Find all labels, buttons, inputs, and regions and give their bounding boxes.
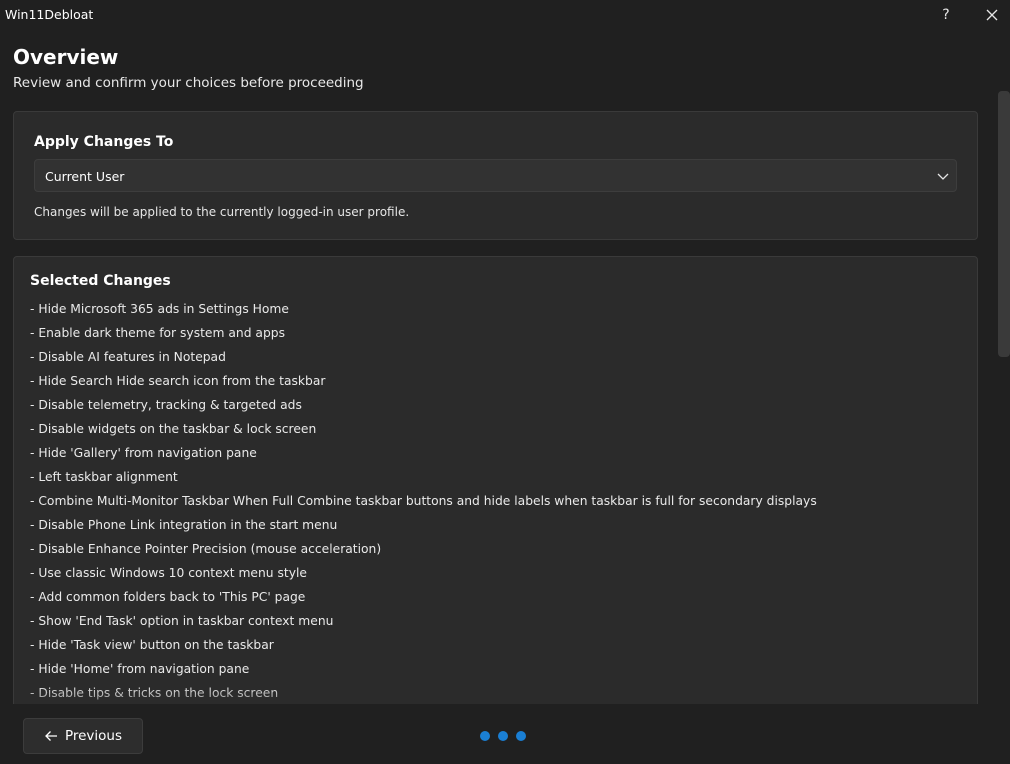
- app-title: Win11Debloat: [5, 7, 94, 22]
- apply-changes-card: Apply Changes To Current User Changes wi…: [13, 111, 978, 240]
- change-item: - Disable telemetry, tracking & targeted…: [30, 398, 302, 412]
- change-item: - Enable dark theme for system and apps: [30, 326, 285, 340]
- footer-bar: Previous: [0, 704, 1010, 764]
- previous-label: Previous: [64, 728, 123, 744]
- change-item: - Hide Search Hide search icon from the …: [30, 374, 326, 388]
- arrow-left-icon: [45, 731, 57, 741]
- page-title: Overview: [13, 45, 119, 69]
- selected-changes-card: Selected Changes - Hide Microsoft 365 ad…: [13, 256, 978, 716]
- step-dot: [480, 731, 490, 741]
- help-button[interactable]: ?: [932, 2, 960, 28]
- scrollbar-thumb[interactable]: [998, 91, 1010, 357]
- change-item: - Hide Microsoft 365 ads in Settings Hom…: [30, 302, 289, 316]
- change-item: - Hide 'Task view' button on the taskbar: [30, 638, 274, 652]
- change-item: - Left taskbar alignment: [30, 470, 178, 484]
- apply-target-dropdown[interactable]: Current User: [34, 159, 957, 192]
- change-item: - Disable Phone Link integration in the …: [30, 518, 338, 532]
- change-item: - Disable AI features in Notepad: [30, 350, 226, 364]
- step-indicator: [480, 731, 526, 741]
- change-item: - Add common folders back to 'This PC' p…: [30, 590, 306, 604]
- change-item: - Disable Enhance Pointer Precision (mou…: [30, 542, 382, 556]
- previous-button[interactable]: Previous: [23, 718, 143, 754]
- change-item: - Use classic Windows 10 context menu st…: [30, 566, 307, 580]
- change-item: - Disable widgets on the taskbar & lock …: [30, 422, 317, 436]
- change-item: - Combine Multi-Monitor Taskbar When Ful…: [30, 494, 817, 508]
- page-subtitle: Review and confirm your choices before p…: [13, 75, 364, 91]
- chevron-down-icon: [937, 173, 949, 180]
- change-item: - Hide 'Home' from navigation pane: [30, 662, 250, 676]
- changes-list: - Hide Microsoft 365 ads in Settings Hom…: [30, 300, 817, 708]
- step-dot: [516, 731, 526, 741]
- close-button[interactable]: [978, 2, 1006, 28]
- change-item: - Hide 'Gallery' from navigation pane: [30, 446, 257, 460]
- step-dot: [498, 731, 508, 741]
- close-icon: [986, 9, 998, 21]
- dropdown-selected-value: Current User: [45, 169, 125, 184]
- apply-description: Changes will be applied to the currently…: [34, 205, 410, 219]
- change-item: - Show 'End Task' option in taskbar cont…: [30, 614, 334, 628]
- title-bar: Win11Debloat ?: [0, 0, 1010, 30]
- help-icon: ?: [942, 7, 950, 23]
- apply-changes-title: Apply Changes To: [34, 134, 174, 150]
- selected-changes-title: Selected Changes: [30, 273, 171, 289]
- app-window: Win11Debloat ? Overview Review and confi…: [0, 0, 1010, 764]
